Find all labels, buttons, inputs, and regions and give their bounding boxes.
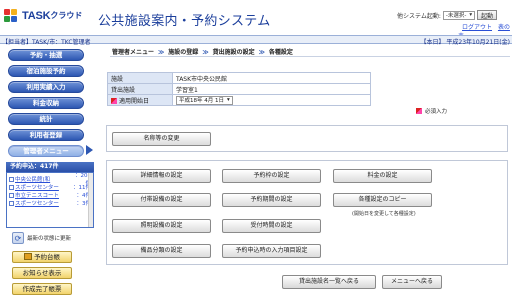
app-header: TASK クラウド 公共施設案内・予約システム 他システム起動: -未選択- ▾… (0, 0, 512, 40)
breadcrumb: 管理者メニュー ≫ 施設の登録 ≫ 貸出施設の設定 ≫ 各種設定 (112, 49, 293, 56)
sidebar: 予約・抽選 宿泊施設予約 利用実績入力 料金収納 統計 利用者登録 管理者メニュ… (0, 45, 106, 302)
arrow-right-icon: ≫ (202, 49, 209, 56)
logout-link[interactable]: ログアウト (462, 24, 492, 31)
reservation-panel: 予約申込：417件 中央公民館(和 ：208件 スポーツセンター ：11件 市立… (6, 162, 94, 260)
arrow-right-icon: ≫ (258, 49, 265, 56)
chevron-down-icon: ▾ (469, 12, 473, 18)
checkbox-icon (9, 192, 14, 198)
logo: TASK クラウド (4, 8, 82, 23)
scrollbar[interactable] (88, 173, 93, 227)
copy-settings-note: (開始日を変更して各種設定) (352, 211, 416, 217)
list-item[interactable]: 市立テニスコート ：4件 (9, 191, 91, 199)
menu-lodging[interactable]: 宿泊施設予約 (8, 65, 84, 77)
menu-usage-input[interactable]: 利用実績入力 (8, 81, 84, 93)
pencil-icon (111, 97, 117, 104)
facility-value: TASK市中央公民館 (172, 72, 371, 84)
fee-setting-button[interactable]: 料金の設定 (333, 169, 432, 183)
status-bar: 【担当者】TASK/市：TKC管理者 【本日】 平成23年10月21日(金) (0, 35, 512, 46)
refresh-label: 最新の状態に更新 (27, 236, 72, 242)
list-item[interactable]: スポーツセンター ：3件 (9, 199, 91, 207)
menu-user-registration[interactable]: 利用者登録 (8, 129, 84, 141)
copy-settings-button[interactable]: 各種設定のコピー (333, 193, 432, 207)
input-items-button[interactable]: 予約申込時の入力項目設定 (222, 244, 321, 258)
ancillary-equipment-button[interactable]: 付帯設備の設定 (112, 193, 211, 207)
today-date: 【本日】 平成23年10月21日(金) (420, 39, 511, 46)
fixture-category-button[interactable]: 備品分類の設定 (112, 244, 211, 258)
other-system-select[interactable]: -未選択- ▾ (442, 10, 476, 20)
reservation-period-button[interactable]: 予約期間の設定 (222, 193, 321, 207)
reservation-slot-button[interactable]: 予約枠の設定 (222, 169, 321, 183)
logo-text: TASK (22, 9, 51, 22)
required-legend: 必須入力 (416, 107, 447, 115)
checkbox-icon (9, 200, 14, 206)
menu-reservation-lottery[interactable]: 予約・抽選 (8, 49, 84, 61)
facility-label: 施設 (107, 72, 173, 84)
rental-facility-value: 学習室1 (172, 83, 371, 95)
logo-kana: クラウド (50, 11, 83, 20)
divider (110, 56, 510, 57)
lighting-equipment-button[interactable]: 照明設備の設定 (112, 219, 211, 233)
checkbox-icon (9, 184, 14, 190)
refresh-control[interactable]: ⟳ 最新の状態に更新 (12, 232, 71, 244)
start-date-select[interactable]: 平成18年 4月 1日 ▾ (176, 95, 233, 105)
active-arrow-icon (86, 145, 93, 155)
system-title: 公共施設案内・予約システム (98, 14, 271, 29)
completed-report-button[interactable]: 作成完了帳票 (12, 283, 72, 295)
back-to-menu-button[interactable]: メニューへ戻る (382, 275, 442, 289)
pencil-icon (416, 108, 422, 114)
other-system-label: 他システム起動: (397, 12, 441, 20)
menu-admin[interactable]: 管理者メニュー (8, 145, 84, 157)
chevron-down-icon: ▾ (227, 97, 230, 103)
back-to-list-button[interactable]: 貸出施設名一覧へ戻る (282, 275, 376, 289)
other-system-control: 他システム起動: -未選択- ▾ 起動 (397, 10, 498, 20)
rename-button[interactable]: 名称等の変更 (112, 132, 211, 146)
detail-info-button[interactable]: 詳細情報の設定 (112, 169, 211, 183)
menu-fee-collection[interactable]: 料金収納 (8, 97, 84, 109)
list-item[interactable]: スポーツセンター ：11件 (9, 183, 91, 191)
checkbox-icon (9, 176, 14, 182)
menu-statistics[interactable]: 統計 (8, 113, 84, 125)
reservation-list: 中央公民館(和 ：208件 スポーツセンター ：11件 市立テニスコート ：4件… (6, 172, 94, 228)
facility-info-table: 施設 TASK市中央公民館 貸出施設 学習室1 適用開始日 平成18年 4月 1… (107, 72, 371, 106)
logo-icon (4, 9, 19, 22)
notice-button[interactable]: お知らせ表示 (12, 267, 72, 279)
reception-hours-button[interactable]: 受付時間の設定 (222, 219, 321, 233)
refresh-icon[interactable]: ⟳ (12, 232, 24, 244)
rental-facility-label: 貸出施設 (107, 83, 173, 95)
start-date-label: 適用開始日 (107, 94, 173, 106)
list-item[interactable]: 中央公民館(和 ：208件 (9, 173, 91, 187)
book-icon (24, 253, 32, 260)
arrow-right-icon: ≫ (158, 49, 165, 56)
boot-button[interactable]: 起動 (477, 10, 498, 20)
reservation-ledger-button[interactable]: 予約台帳 (12, 251, 72, 263)
